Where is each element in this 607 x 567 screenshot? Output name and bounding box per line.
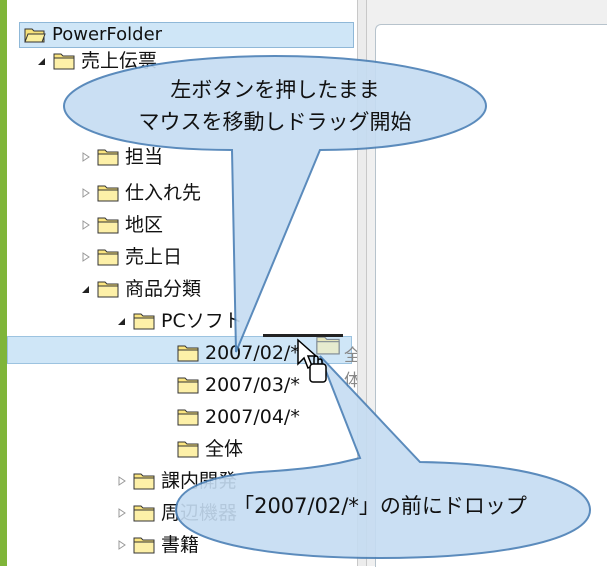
tree-item-label: 仕入れ先 [125,182,202,204]
expanded-arrow-icon[interactable] [35,54,49,68]
callout-top-line2: マウスを移動しドラッグ開始 [138,110,412,134]
tree-item[interactable]: 商品分類 [79,276,201,302]
tree-item-label: 2007/02/* [205,342,300,364]
tree-item[interactable]: 地区 [79,212,163,238]
tree-item[interactable]: 2007/02/* [177,340,300,366]
collapsed-arrow-icon[interactable] [115,506,129,520]
tree-item-label: 売上日 [125,246,183,268]
tree-root-item[interactable]: PowerFolder [19,22,354,48]
tree-item[interactable]: 全体 [177,436,243,462]
folder-icon [177,344,199,362]
folder-icon [133,504,155,522]
tree-item[interactable]: 担当 [79,144,163,170]
tree-item-label: 売上伝票 [81,50,158,72]
folder-icon [97,184,119,202]
tree-item[interactable]: 書籍 [115,532,199,558]
tree-item[interactable]: 2007/03/* [177,372,300,398]
tree-item[interactable]: 仕入れ先 [79,180,201,206]
folder-icon [97,280,119,298]
tree-item-label: 商品分類 [125,278,202,300]
collapsed-arrow-icon[interactable] [79,218,93,232]
collapsed-arrow-icon[interactable] [115,474,129,488]
folder-icon [53,52,75,70]
expanded-arrow-icon[interactable] [79,282,93,296]
folder-icon [97,216,119,234]
collapsed-arrow-icon[interactable] [115,538,129,552]
tree-item-label: PCソフト [161,310,243,332]
tree-item-label: 書籍 [161,534,200,556]
tree-item[interactable]: 売上伝票 [35,48,157,74]
tree-item-label: 地区 [125,214,164,236]
folder-icon [177,440,199,458]
tree-item-label: 2007/04/* [205,406,300,428]
callout-bottom-text: 「2007/02/*」の前にドロップ [233,494,527,518]
tree-item-label: 全体 [205,438,244,460]
folder-icon [177,408,199,426]
folder-icon [97,148,119,166]
folder-icon [133,472,155,490]
tree-item[interactable]: 2007/04/* [177,404,300,430]
collapsed-arrow-icon[interactable] [79,186,93,200]
tree-root-label: PowerFolder [52,24,163,45]
folder-icon [133,536,155,554]
folder-icon [97,248,119,266]
collapsed-arrow-icon[interactable] [79,250,93,264]
tree-item[interactable]: PCソフト [115,308,243,334]
callout-top-line1: 左ボタンを押したまま [170,78,380,102]
window-accent-bar [0,0,7,566]
callout-top-text: 左ボタンを押したまま マウスを移動しドラッグ開始 [70,74,480,138]
tree-item[interactable]: 売上日 [79,244,182,270]
collapsed-arrow-icon[interactable] [79,150,93,164]
folder-icon [133,312,155,330]
tree-item-label: 2007/03/* [205,374,300,396]
expanded-arrow-icon[interactable] [115,314,129,328]
folder-icon [177,376,199,394]
tree-item-label: 担当 [125,146,164,168]
drag-cursor-icon [296,338,330,390]
folder-open-icon [24,26,46,44]
